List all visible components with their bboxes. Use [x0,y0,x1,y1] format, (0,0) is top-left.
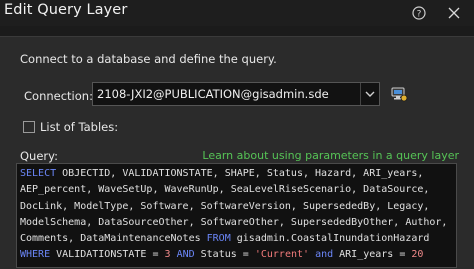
query-line: DocLink, ModelType, Software, SoftwareVe… [20,199,456,215]
query-token: WHERE [20,249,51,261]
query-token: Status = [194,249,255,261]
connection-properties-icon[interactable] [390,85,408,103]
query-token: OBJECTID, VALIDATIONSTATE, SHAPE, Status… [56,168,424,179]
title-bar: Edit Query Layer ? [0,0,474,26]
connection-dropdown[interactable]: 2108-JXI2@PUBLICATION@gisadmin.sde [92,82,380,106]
query-token: ModelSchema, DataSourceOther, SoftwareOt… [20,216,448,228]
query-line: SELECT OBJECTID, VALIDATIONSTATE, SHAPE,… [20,166,456,182]
query-token: AEP_percent, WaveSetUp, WaveRunUp, SeaLe… [20,184,430,196]
query-token: and [315,249,334,261]
query-token: 20 [411,249,424,261]
query-token: SELECT [20,168,57,179]
query-line: AEP_percent, WaveSetUp, WaveRunUp, SeaLe… [20,182,456,198]
close-icon[interactable] [447,6,461,20]
query-token: DocLink, ModelType, Software, SoftwareVe… [20,200,430,212]
query-line: Comments, DataMaintenanceNotes FROM gisa… [20,231,456,247]
chevron-down-icon[interactable] [360,83,379,105]
help-icon[interactable]: ? [412,6,426,20]
connection-value: 2108-JXI2@PUBLICATION@gisadmin.sde [97,87,329,101]
connection-label: Connection: [24,89,93,103]
query-token: ARI_years = [333,249,412,261]
query-code: SELECT OBJECTID, VALIDATIONSTATE, SHAPE,… [20,166,456,264]
query-token: 'Current' [254,249,310,261]
list-of-tables-label: List of Tables: [40,120,119,134]
query-label: Query: [20,149,58,163]
intro-text: Connect to a database and define the que… [20,52,277,66]
query-token: VALIDATIONSTATE = [50,249,165,261]
svg-text:?: ? [417,10,422,20]
query-token: gisadmin.CoastalInundationHazard [230,233,430,245]
query-editor[interactable]: SELECT OBJECTID, VALIDATIONSTATE, SHAPE,… [16,163,457,268]
window-title: Edit Query Layer [4,2,128,18]
query-line: ModelSchema, DataSourceOther, SoftwareOt… [20,215,456,231]
query-line: WHERE VALIDATIONSTATE = 3 AND Status = '… [20,247,456,263]
query-token: Comments, DataMaintenanceNotes [20,233,207,245]
query-parameters-help-link[interactable]: Learn about using parameters in a query … [202,149,459,162]
query-token: FROM [206,233,231,245]
query-token: AND [176,249,195,261]
list-of-tables-checkbox[interactable] [23,121,35,133]
